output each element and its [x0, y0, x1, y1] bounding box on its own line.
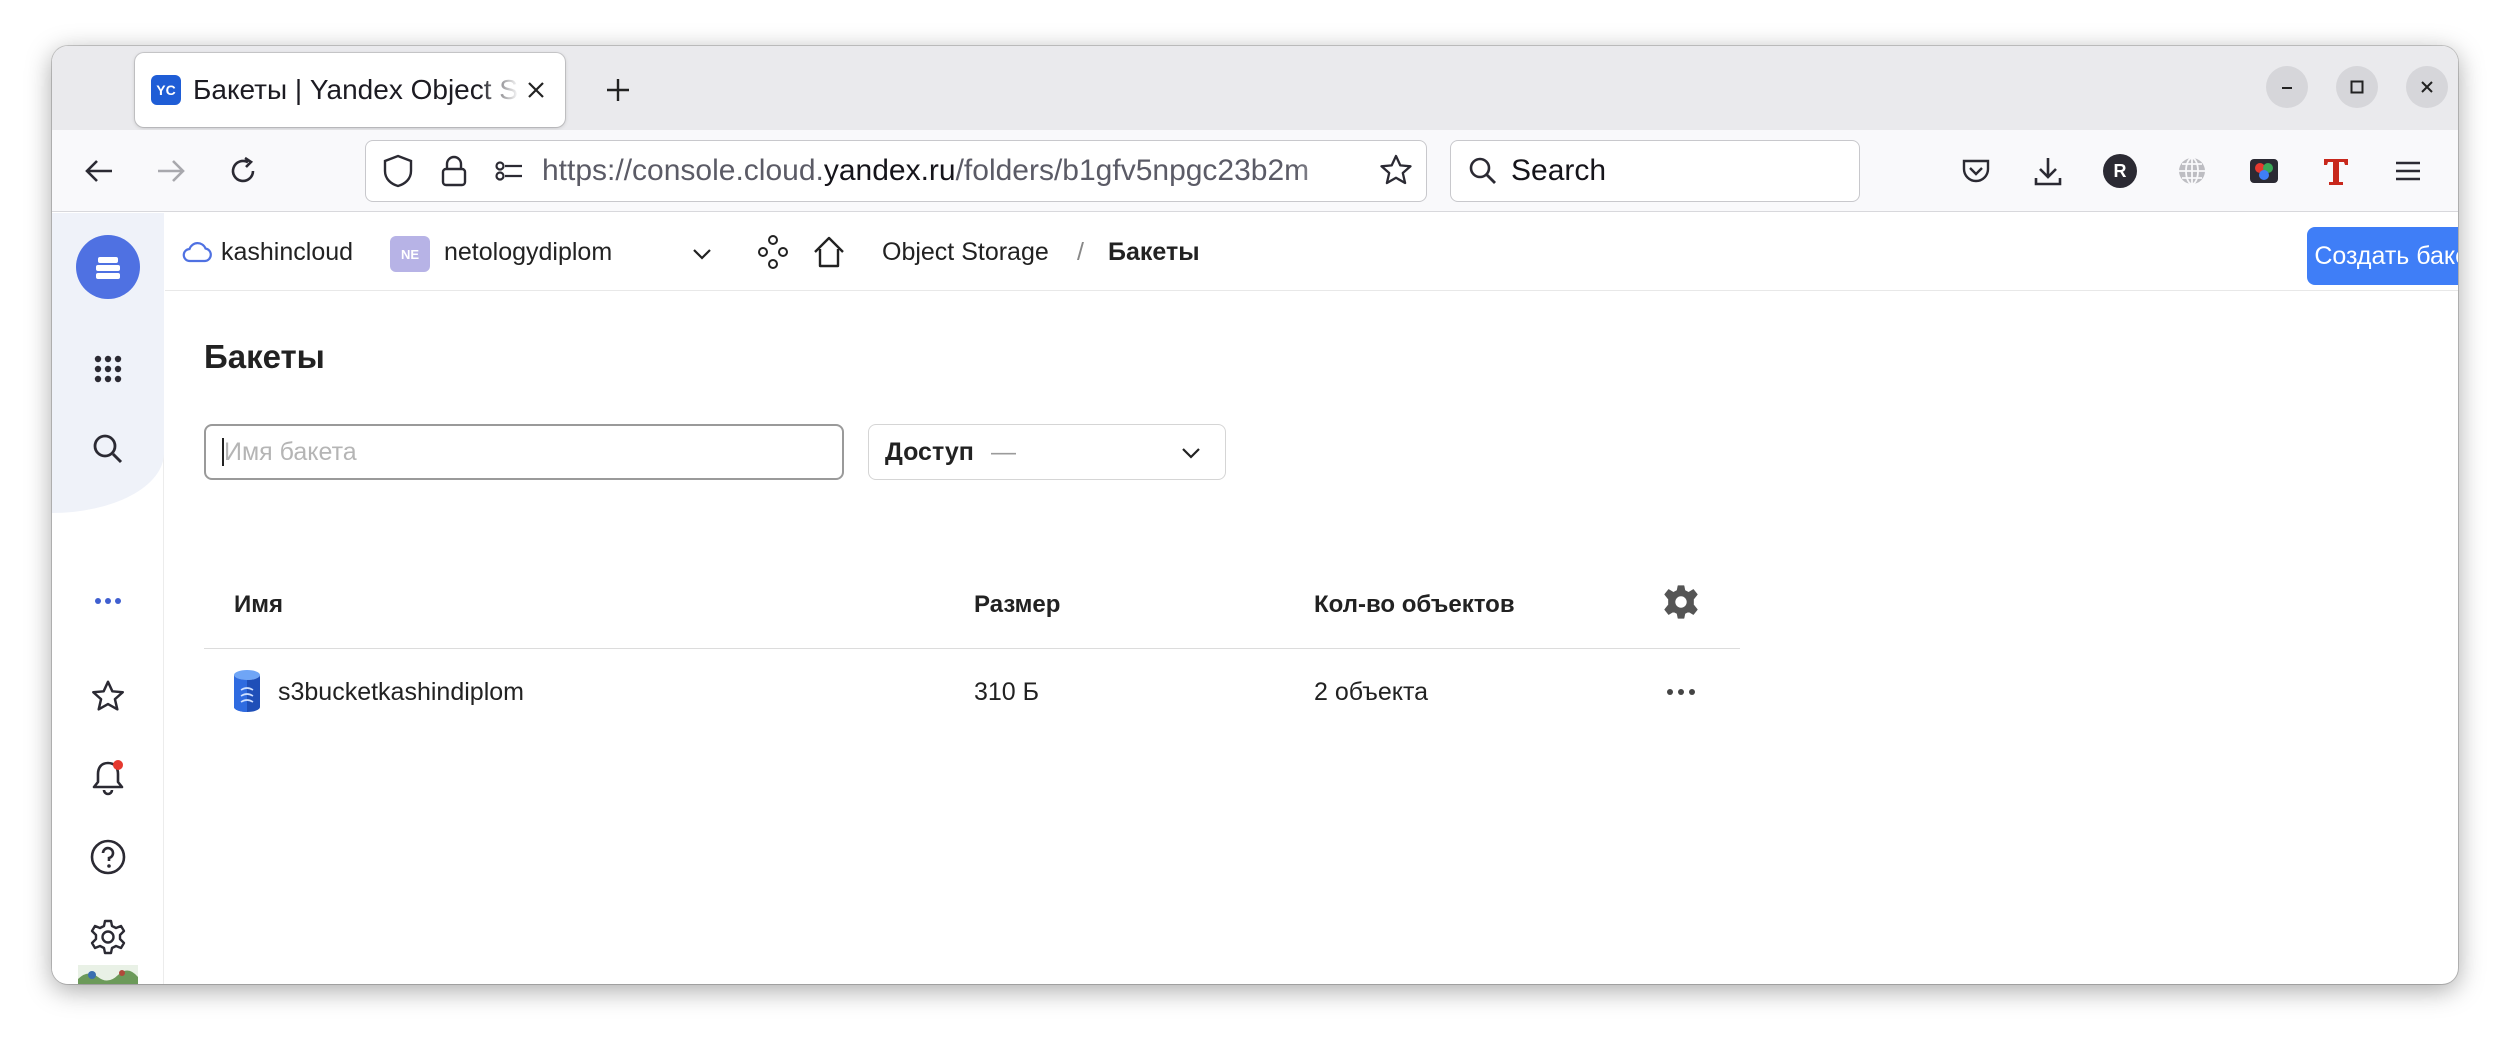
maximize-window-button[interactable]	[2336, 66, 2378, 108]
url-text[interactable]: https://console.cloud.yandex.ru/folders/…	[542, 141, 1352, 201]
shield-icon[interactable]	[378, 151, 418, 196]
breadcrumb-service[interactable]: Object Storage	[882, 213, 1049, 291]
search-placeholder: Search	[1511, 154, 1607, 187]
breadcrumb-cloud[interactable]: kashincloud	[221, 213, 353, 291]
column-header-objects[interactable]: Кол-во объектов	[1314, 591, 1515, 619]
new-tab-button[interactable]	[594, 66, 642, 114]
cloud-icon	[181, 239, 213, 270]
more-dots-icon[interactable]	[80, 573, 136, 629]
access-filter-select[interactable]: Доступ —	[868, 424, 1226, 480]
globe-extension-icon[interactable]	[2168, 147, 2216, 195]
bucket-name-link[interactable]: s3bucketkashindiplom	[278, 678, 524, 707]
create-bucket-button[interactable]: Создать бакет	[2307, 227, 2458, 285]
help-question-icon[interactable]	[80, 829, 136, 885]
close-window-button[interactable]	[2406, 66, 2448, 108]
yandex-cloud-favicon-icon: YC	[151, 75, 181, 105]
tab-strip: YC Бакеты | Yandex Object Storage	[52, 46, 2458, 130]
folder-badge: NE	[390, 236, 430, 272]
column-header-name[interactable]: Имя	[234, 591, 283, 619]
downloads-icon[interactable]	[2024, 147, 2072, 195]
profile-avatar[interactable]: R	[2096, 147, 2144, 195]
search-field[interactable]: Search	[1450, 140, 1860, 202]
chevron-down-icon[interactable]	[690, 242, 714, 271]
browser-tab-active[interactable]: YC Бакеты | Yandex Object Storage	[135, 53, 565, 127]
address-bar[interactable]: https://console.cloud.yandex.ru/folders/…	[365, 140, 1427, 202]
settings-gear-icon[interactable]	[80, 909, 136, 965]
favorites-star-icon[interactable]	[80, 669, 136, 725]
object-storage-service-icon[interactable]	[76, 235, 140, 299]
tab-title: Бакеты | Yandex Object Storage	[193, 74, 519, 105]
notifications-bell-icon[interactable]	[80, 749, 136, 805]
hamburger-menu-icon[interactable]	[2384, 147, 2432, 195]
access-filter-label: Доступ	[885, 438, 974, 466]
color-picker-extension-icon[interactable]	[2240, 147, 2288, 195]
all-services-grid-icon[interactable]	[80, 341, 136, 397]
search-icon[interactable]	[80, 421, 136, 477]
reload-icon[interactable]	[219, 147, 267, 195]
search-icon	[1465, 153, 1501, 194]
browser-window: YC Бакеты | Yandex Object Storage	[52, 46, 2458, 984]
app-sidebar	[52, 213, 164, 984]
chevron-down-icon	[1179, 441, 1203, 470]
bucket-object-count: 2 объекта	[1314, 678, 1429, 706]
breadcrumb-separator: /	[1077, 238, 1084, 266]
table-settings-gear-icon[interactable]	[1662, 583, 1700, 626]
text-extension-icon[interactable]	[2312, 147, 2360, 195]
bucket-name-filter-input[interactable]: Имя бакета	[204, 424, 844, 480]
minimize-window-button[interactable]	[2266, 66, 2308, 108]
bucket-icon	[232, 668, 262, 719]
table-header-divider	[204, 648, 1740, 649]
service-map-icon[interactable]	[755, 234, 791, 275]
navigation-bar: https://console.cloud.yandex.ru/folders/…	[52, 130, 2458, 212]
bookmark-star-icon[interactable]	[1376, 151, 1416, 196]
column-header-size[interactable]: Размер	[974, 591, 1060, 619]
bucket-name-placeholder: Имя бакета	[224, 438, 357, 466]
row-actions-dots-icon[interactable]	[1662, 674, 1700, 715]
lock-icon[interactable]	[434, 151, 474, 196]
breadcrumb-current: Бакеты	[1108, 238, 1200, 266]
close-tab-icon[interactable]	[519, 73, 553, 107]
breadcrumb-folder[interactable]: netologydiplom	[444, 213, 612, 291]
page-title: Бакеты	[204, 338, 325, 375]
site-permissions-icon[interactable]	[490, 151, 530, 196]
access-filter-value: —	[991, 438, 1016, 466]
home-icon[interactable]	[809, 232, 849, 277]
bucket-size: 310 Б	[974, 678, 1040, 706]
back-arrow-icon[interactable]	[75, 147, 123, 195]
pocket-icon[interactable]	[1952, 147, 2000, 195]
user-avatar[interactable]	[78, 965, 138, 984]
forward-arrow-icon[interactable]	[147, 147, 195, 195]
console-header: kashincloud NE netologydiplom Object Sto…	[165, 213, 2458, 291]
